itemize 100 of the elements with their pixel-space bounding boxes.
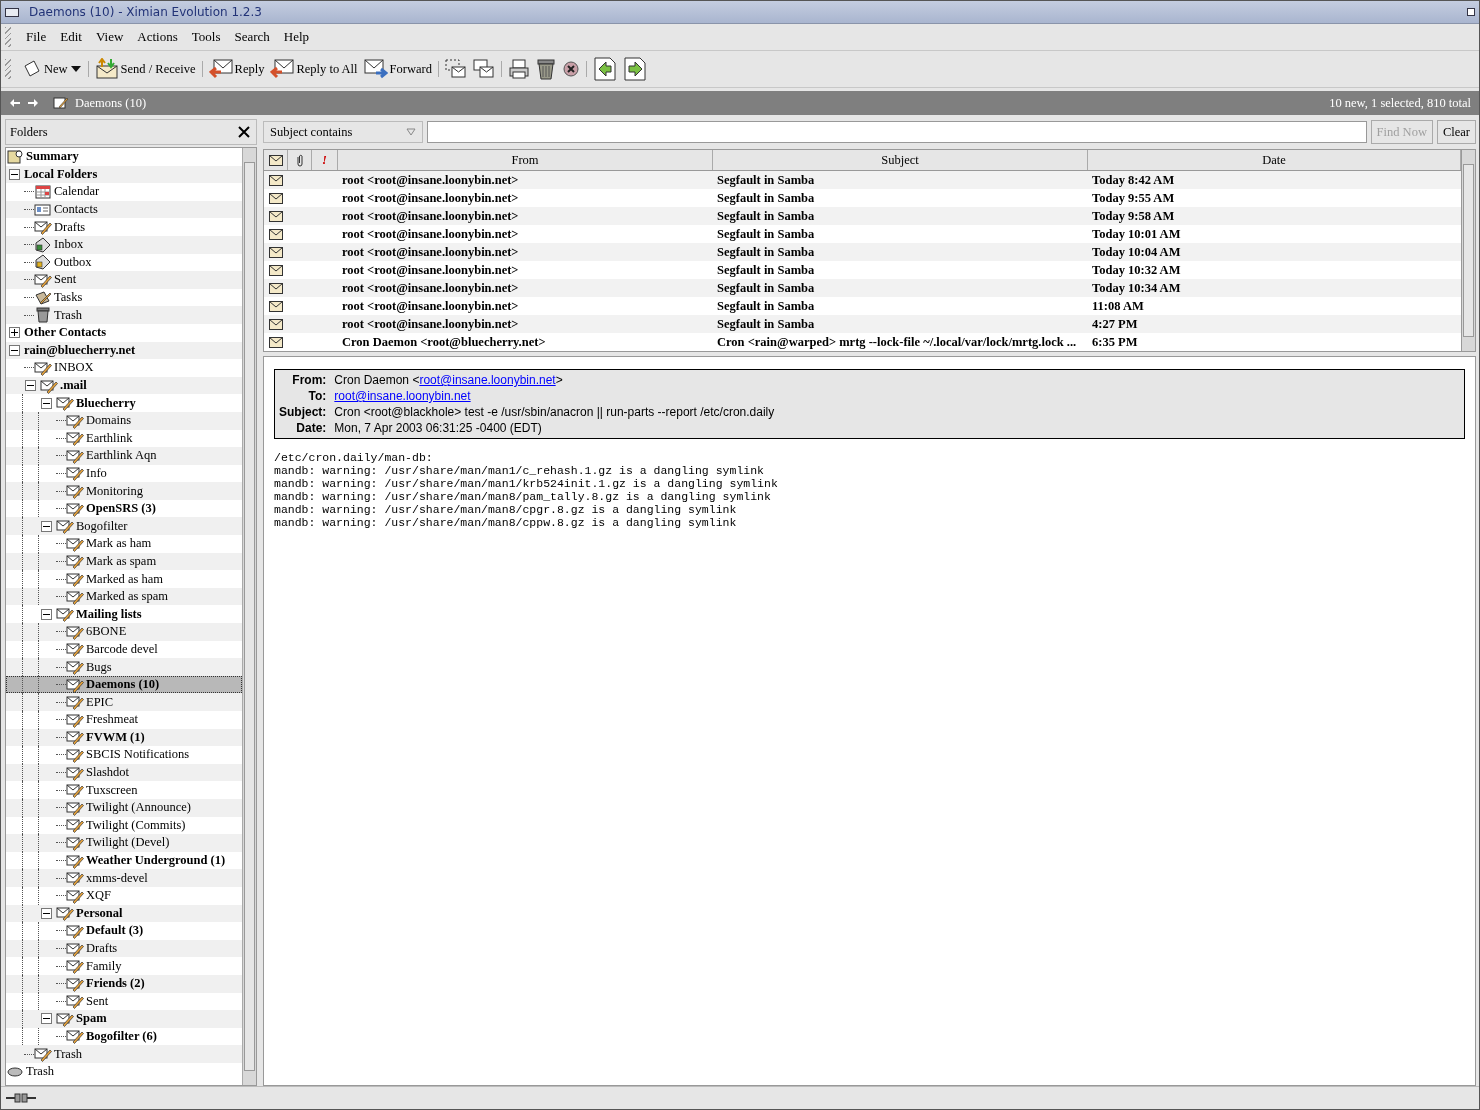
folder-item[interactable]: Twilight (Devel) (6, 834, 242, 852)
envelope-icon (269, 174, 283, 186)
scroll-thumb[interactable] (1463, 164, 1474, 337)
reply-button[interactable]: Reply (205, 54, 268, 84)
sender-text: Cron Daemon <root@bluecherry.net> (342, 334, 546, 350)
folder-item[interactable]: Calendar (6, 183, 242, 201)
folder-item[interactable]: Mark as spam (6, 552, 242, 571)
folder-item[interactable]: Bugs (6, 658, 242, 676)
folder-item[interactable]: Trash (6, 306, 242, 324)
folder-item[interactable]: Tuxscreen (6, 781, 242, 799)
folder-item[interactable]: Twilight (Announce) (6, 798, 242, 817)
expander-icon[interactable] (9, 327, 20, 339)
folder-item[interactable]: SBCIS Notifications (6, 746, 242, 764)
message-row[interactable]: root <root@insane.loonybin.net> Segfault in Samba Today 10:34 AM (264, 279, 1461, 297)
message-row[interactable]: root <root@insane.loonybin.net> Segfault in Samba Today 9:55 AM (264, 189, 1461, 207)
message-row[interactable]: Cron Daemon <root@bluecherry.net> Cron <rain@warped> mrtg --lock-file ~/.local/var/lock/mrtg.lock ... 6:35 PM (264, 333, 1461, 351)
folder-item[interactable]: Sent (6, 271, 242, 289)
subject-text: Segfault in Samba (717, 280, 815, 296)
scrollbar[interactable] (242, 148, 256, 1085)
menu-item[interactable]: Help (276, 29, 317, 45)
folder-item[interactable]: EPIC (6, 693, 242, 711)
message-row[interactable]: root <root@insane.loonybin.net> Segfault in Samba Today 9:58 AM (264, 207, 1461, 225)
folder-item[interactable]: Mark as ham (6, 535, 242, 553)
folder-item[interactable]: Drafts (6, 939, 242, 958)
folder-item[interactable]: Drafts (6, 218, 242, 236)
maximize-icon[interactable] (1467, 8, 1475, 16)
menu-item[interactable]: View (88, 29, 131, 45)
search-field[interactable] (427, 121, 1367, 143)
folder-item[interactable]: Bogofilter (6, 517, 242, 536)
menu-item[interactable]: Edit (53, 29, 89, 45)
search-criterion-dropdown[interactable]: Subject contains (263, 121, 423, 143)
folder-item[interactable]: Other Contacts (6, 323, 242, 342)
folder-item[interactable]: rain@bluecherry.net (6, 341, 242, 360)
folder-item[interactable]: Tasks (6, 288, 242, 307)
folder-item[interactable]: INBOX (6, 359, 242, 377)
folder-item[interactable]: Outbox (6, 253, 242, 272)
window-menu-icon[interactable] (5, 7, 19, 17)
date-text: Today 10:04 AM (1092, 244, 1181, 260)
expander-icon[interactable] (9, 168, 20, 180)
folder-item[interactable]: Domains (6, 411, 242, 430)
folder-item[interactable]: Freshmeat (6, 711, 242, 729)
folder-item[interactable]: Marked as spam (6, 587, 242, 606)
folder-item[interactable]: Contacts (6, 200, 242, 219)
expander-icon[interactable] (41, 1013, 52, 1025)
folder-item[interactable]: xmms-devel (6, 869, 242, 887)
menu-item[interactable]: File (19, 29, 54, 45)
message-row[interactable]: root <root@insane.loonybin.net> Segfault in Samba 11:08 AM (264, 297, 1461, 315)
message-row[interactable]: root <root@insane.loonybin.net> Segfault in Samba Today 8:42 AM (264, 171, 1461, 189)
folder-item[interactable]: Slashdot (6, 763, 242, 782)
column-header[interactable]: ! (312, 150, 338, 170)
send-receive-button[interactable]: Send / Receive (91, 54, 199, 84)
folder-item[interactable]: Local Folders (6, 165, 242, 184)
message-row[interactable]: root <root@insane.loonybin.net> Segfault in Samba Today 10:01 AM (264, 225, 1461, 243)
folder-item[interactable]: Default (3) (6, 922, 242, 940)
close-icon[interactable] (238, 126, 250, 138)
date-text: 4:27 PM (1092, 316, 1138, 332)
envelope-pencil-icon (66, 588, 84, 605)
menu-item[interactable]: Search (227, 29, 277, 45)
forward-arrow-icon[interactable] (27, 98, 39, 108)
menu-item[interactable]: Actions (130, 29, 185, 45)
message-row[interactable]: root <root@insane.loonybin.net> Segfault in Samba Today 10:04 AM (264, 243, 1461, 261)
folder-item[interactable]: Personal (6, 904, 242, 923)
email-link[interactable]: root@insane.loonybin.net (419, 373, 556, 387)
folder-item[interactable]: XQF (6, 886, 242, 905)
scroll-thumb[interactable] (244, 162, 255, 1071)
expander-icon[interactable] (41, 520, 52, 532)
folder-item[interactable]: Earthlink Aqn (6, 447, 242, 465)
message-row[interactable]: root <root@insane.loonybin.net> Segfault in Samba 4:27 PM (264, 315, 1461, 333)
email-link[interactable]: root@insane.loonybin.net (334, 389, 471, 403)
folder-item[interactable]: Trash (6, 1062, 242, 1081)
reply-all-button[interactable]: Reply to All (267, 54, 361, 84)
back-arrow-icon[interactable] (9, 98, 21, 108)
new-button[interactable]: New (19, 54, 85, 84)
folder-item[interactable]: Bluecherry (6, 394, 242, 412)
folder-item[interactable]: Friends (2) (6, 974, 242, 993)
menu-item[interactable]: Tools (184, 29, 228, 45)
folder-item[interactable]: .mail (6, 376, 242, 395)
column-header[interactable]: Subject (713, 150, 1088, 170)
folder-item[interactable]: Family (6, 957, 242, 975)
folder-item[interactable]: Spam (6, 1010, 242, 1028)
search-button[interactable]: Clear (1436, 120, 1476, 144)
expander-icon[interactable] (41, 907, 52, 919)
sender-text: root <root@insane.loonybin.net> (342, 244, 519, 260)
expander-icon[interactable] (25, 380, 36, 391)
envelope-pencil-icon (56, 395, 74, 412)
column-header[interactable]: From (338, 150, 713, 170)
folder-item[interactable]: Marked as ham (6, 570, 242, 588)
expander-icon[interactable] (9, 344, 20, 356)
folder-item[interactable]: 6BONE (6, 623, 242, 641)
folder-item[interactable]: Inbox (6, 235, 242, 254)
envelope-pencil-icon (66, 447, 84, 464)
folder-item[interactable]: Summary (6, 148, 242, 166)
scrollbar[interactable] (1461, 150, 1475, 351)
message-row[interactable]: root <root@insane.loonybin.net> Segfault in Samba Today 10:32 AM (264, 261, 1461, 279)
expander-icon[interactable] (41, 608, 52, 620)
forward-button[interactable]: Forward (360, 54, 435, 84)
expander-icon[interactable] (41, 397, 52, 409)
folder-item[interactable]: Monitoring (6, 482, 242, 500)
folder-item[interactable]: Trash (6, 1045, 242, 1063)
folder-item[interactable]: FVWM (1) (6, 728, 242, 747)
